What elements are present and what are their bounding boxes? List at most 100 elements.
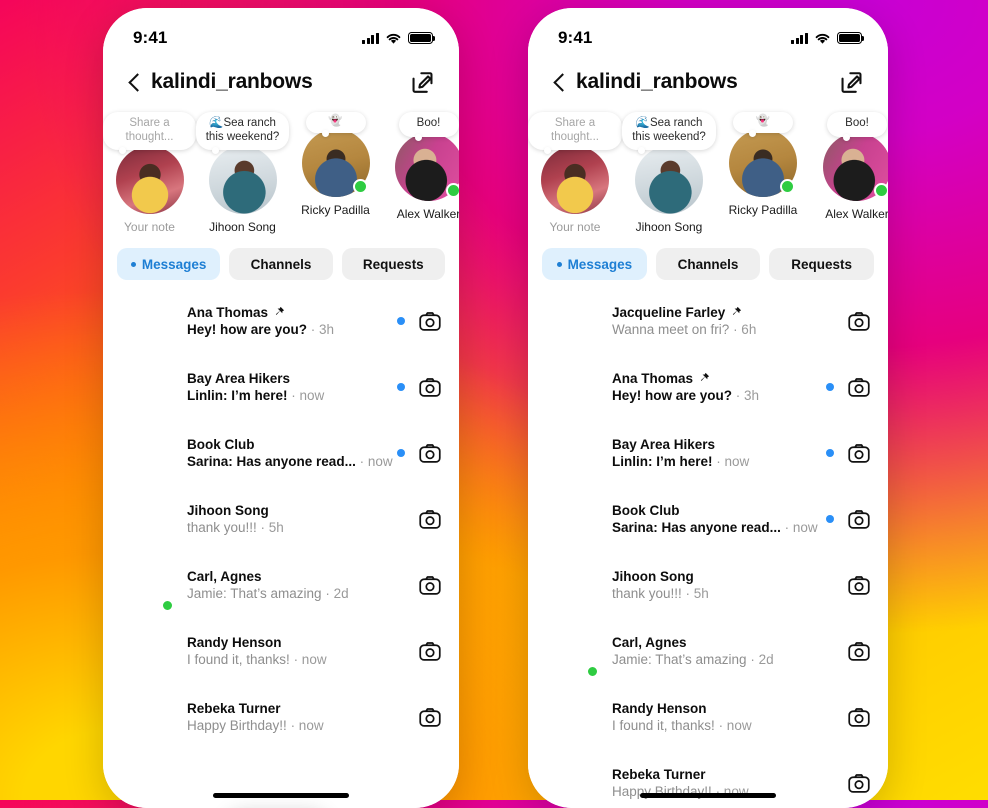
note-avatar-wrap[interactable] [394,132,459,201]
conversation-row[interactable]: Jacqueline Farley Wanna meet on fri? · 6h [528,288,888,354]
conversation-row[interactable]: Ana Thomas Hey! how are you? · 3h [103,288,459,354]
timestamp: · now [712,453,750,469]
camera-icon[interactable] [419,707,441,727]
chevron-left-icon[interactable] [550,73,568,91]
tab-unread-dot-icon [130,261,136,267]
note-avatar-wrap[interactable] [115,146,184,214]
conversation-row[interactable]: Jihoon Song thank you!!! · 5h [103,486,459,552]
status-time: 9:41 [133,28,168,47]
tab-channels[interactable]: Channels [229,248,333,280]
conversation-row[interactable]: Jihoon Song thank you!!! · 5h [528,552,888,618]
note-avatar-wrap[interactable] [301,128,370,197]
tab-messages[interactable]: Messages [117,248,221,280]
camera-icon[interactable] [419,509,441,529]
row-actions [397,575,441,595]
camera-icon[interactable] [419,641,441,661]
note-avatar-wrap[interactable] [635,146,703,214]
note-bubble[interactable]: Share a thought... [528,112,622,154]
timestamp: · 5h [256,519,284,535]
conversation-preview: Linlin: I’m here! · now [612,453,826,471]
notes-tray-left[interactable]: Share a thought... Your note 🌊Sea ranch … [103,102,459,236]
status-bar: 9:41 [528,8,888,56]
conversation-row[interactable]: Rebeka Turner Happy Birthday!! · now [103,684,459,750]
tab-requests[interactable]: Requests [341,248,445,280]
note-bubble[interactable]: Boo! [398,112,459,140]
note-avatar-wrap[interactable] [729,128,797,197]
camera-icon[interactable] [419,311,441,331]
camera-icon[interactable] [848,641,870,661]
camera-icon[interactable] [419,575,441,595]
conversation-preview: I found it, thanks! · now [187,651,397,669]
note-item[interactable]: Boo! Alex Walker [810,112,888,234]
conversation-row[interactable]: Book Club Sarina: Has anyone read... · no… [528,486,888,552]
conversation-name: Bay Area Hikers [187,370,397,387]
compose-icon[interactable] [410,70,435,95]
camera-icon[interactable] [848,311,870,331]
timestamp: · 2d [746,651,774,667]
conversation-row[interactable]: Bay Area Hikers Linlin: I’m here! · now [103,354,459,420]
camera-icon[interactable] [848,575,870,595]
note-bubble[interactable]: 🌊Sea ranch this weekend? [196,112,289,154]
camera-icon[interactable] [848,443,870,463]
conversation-name-label: Jacqueline Farley [612,304,726,320]
avatar [119,624,173,678]
camera-icon[interactable] [419,443,441,463]
notes-tray-right[interactable]: Share a thought... Your note 🌊Sea ranch … [528,102,888,236]
timestamp: · 2d [321,585,349,601]
avatar [635,146,703,214]
note-avatar-wrap[interactable] [541,146,609,214]
conversation-row[interactable]: Bay Area Hikers Linlin: I’m here! · now [528,420,888,486]
header-left: kalindi_ranbows [103,56,459,102]
conversation-row[interactable]: Book Club Sarina: Has anyone read... · no… [103,420,459,486]
note-name: Jihoon Song [635,220,703,234]
tab-channels[interactable]: Channels [655,248,761,280]
conversation-row[interactable]: Ana Thomas Hey! how are you? · 3h [528,354,888,420]
note-item[interactable]: Share a thought... Your note [528,112,622,234]
note-bubble[interactable]: 👻 [733,112,793,136]
note-item[interactable]: 🌊Sea ranch this weekend? Jihoon Song [196,112,289,234]
tab-messages[interactable]: Messages [542,248,647,280]
unread-indicator [397,383,405,391]
camera-icon[interactable] [848,509,870,529]
compose-icon[interactable] [839,70,864,95]
camera-icon[interactable] [419,377,441,397]
note-item[interactable]: 🌊Sea ranch this weekend? Jihoon Song [622,112,716,234]
row-actions [826,773,870,793]
avatar [544,426,598,480]
conversation-row[interactable]: Randy Henson I found it, thanks! · now [528,684,888,750]
chevron-left-icon[interactable] [125,73,143,91]
row-text: Jacqueline Farley Wanna meet on fri? · 6h [598,304,826,339]
note-item[interactable]: Boo! Alex Walker [382,112,459,234]
conversation-row[interactable]: Randy Henson I found it, thanks! · now [103,618,459,684]
group-avatar [544,624,599,678]
conversation-row[interactable]: Rebeka Turner Happy Birthday!! · now [528,750,888,808]
note-name: Ricky Padilla [301,202,370,217]
note-bubble[interactable]: 👻 [305,112,366,136]
note-avatar-wrap[interactable] [823,132,888,201]
timestamp: · 3h [732,387,760,403]
avatar [119,492,173,546]
tab-requests[interactable]: Requests [769,248,875,280]
note-avatar-wrap[interactable] [208,146,277,214]
note-item[interactable]: 👻 Ricky Padilla [716,112,810,234]
row-actions [826,509,870,529]
conversation-preview: Jamie: That’s amazing · 2d [612,651,826,669]
camera-icon[interactable] [848,707,870,727]
page-title: kalindi_ranbows [151,70,313,93]
note-bubble[interactable]: Boo! [827,112,887,140]
row-text: Book Club Sarina: Has anyone read... · no… [173,436,397,471]
row-text: Book Club Sarina: Has anyone read... · no… [598,502,826,537]
camera-icon[interactable] [848,773,870,793]
note-bubble[interactable]: 🌊Sea ranch this weekend? [622,112,716,154]
row-text: Ana Thomas Hey! how are you? · 3h [598,370,826,405]
timestamp: · now [355,453,393,469]
battery-icon [837,32,865,44]
note-item[interactable]: 👻 Ricky Padilla [289,112,382,234]
camera-icon[interactable] [848,377,870,397]
avatar [119,294,173,348]
conversation-row[interactable]: Carl, Agnes Jamie: That’s amazing · 2d [103,552,459,618]
conversation-row[interactable]: Carl, Agnes Jamie: That’s amazing · 2d [528,618,888,684]
note-bubble[interactable]: Share a thought... [103,112,196,154]
preview-text: Hey! how are you? [612,387,733,403]
note-item[interactable]: Share a thought... Your note [103,112,196,234]
